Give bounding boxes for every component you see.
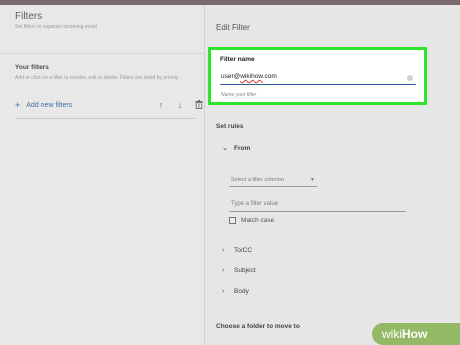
filters-subtitle: Set filters to organize incoming email (15, 24, 97, 30)
chevron-right-icon: › (222, 247, 225, 254)
rule-from-label: From (234, 144, 251, 152)
divider (0, 53, 204, 54)
chevron-right-icon: › (222, 288, 225, 295)
rule-body-label: Body (234, 288, 249, 295)
watermark-wiki: wiki (382, 327, 402, 341)
rule-to-cc[interactable]: › To/CC (222, 247, 252, 254)
rule-from[interactable]: ⌄ From (222, 144, 251, 153)
chevron-right-icon: › (222, 267, 225, 274)
match-case-checkbox[interactable] (229, 217, 236, 224)
your-filters-heading: Your filters (15, 64, 49, 71)
filter-criterion-placeholder: Select a filter criterion (231, 176, 284, 183)
value-prefix: user@ (221, 73, 241, 80)
rule-subject[interactable]: › Subject (222, 267, 256, 274)
plus-icon: + (15, 100, 21, 110)
filter-tools: ↑ ↓ (156, 100, 204, 111)
filters-title: Filters (15, 11, 43, 22)
add-new-filter-button[interactable]: + Add new filters (15, 100, 73, 110)
move-folder-heading: Choose a folder to move to (216, 323, 300, 330)
chevron-down-icon: ⌄ (222, 145, 228, 152)
wikihow-watermark: wiki How (372, 323, 460, 345)
rule-subject-label: Subject (234, 267, 256, 274)
edit-filter-pane: Edit Filter Filter name user@wikihow.com… (205, 5, 460, 345)
add-new-filter-label: Add new filters (26, 101, 73, 109)
caret-down-icon: ▼ (310, 176, 315, 183)
value-suffix: .com (262, 73, 277, 80)
filter-value-input[interactable]: Type a filter value (229, 199, 406, 212)
filter-name-input[interactable]: user@wikihow.com (220, 72, 416, 85)
edit-filter-title: Edit Filter (216, 23, 250, 32)
match-case-label: Match case (241, 217, 275, 224)
your-filters-description: Add or click on a filter to reorder, edi… (15, 75, 179, 81)
move-up-icon[interactable]: ↑ (156, 100, 166, 111)
match-case-row[interactable]: Match case (229, 217, 274, 224)
filter-criterion-select[interactable]: Select a filter criterion ▼ (229, 175, 317, 187)
set-rules-heading: Set rules (216, 123, 244, 130)
rule-body[interactable]: › Body (222, 288, 249, 295)
filter-list-separator (15, 118, 195, 119)
filters-pane: Filters Set filters to organize incoming… (0, 5, 204, 345)
value-misspelled: wikihow (240, 73, 263, 80)
rule-to-cc-label: To/CC (234, 247, 253, 254)
filter-name-helper: Name your filter (221, 92, 257, 98)
filter-name-value: user@wikihow.com (221, 73, 277, 80)
filter-name-section: Filter name user@wikihow.com Name your f… (208, 47, 427, 105)
filter-name-label: Filter name (220, 56, 255, 63)
clear-icon[interactable] (407, 75, 413, 81)
screen: Filters Set filters to organize incoming… (0, 0, 460, 345)
move-down-icon[interactable]: ↓ (175, 100, 185, 111)
watermark-how: How (402, 327, 428, 341)
trash-icon[interactable] (194, 100, 204, 111)
